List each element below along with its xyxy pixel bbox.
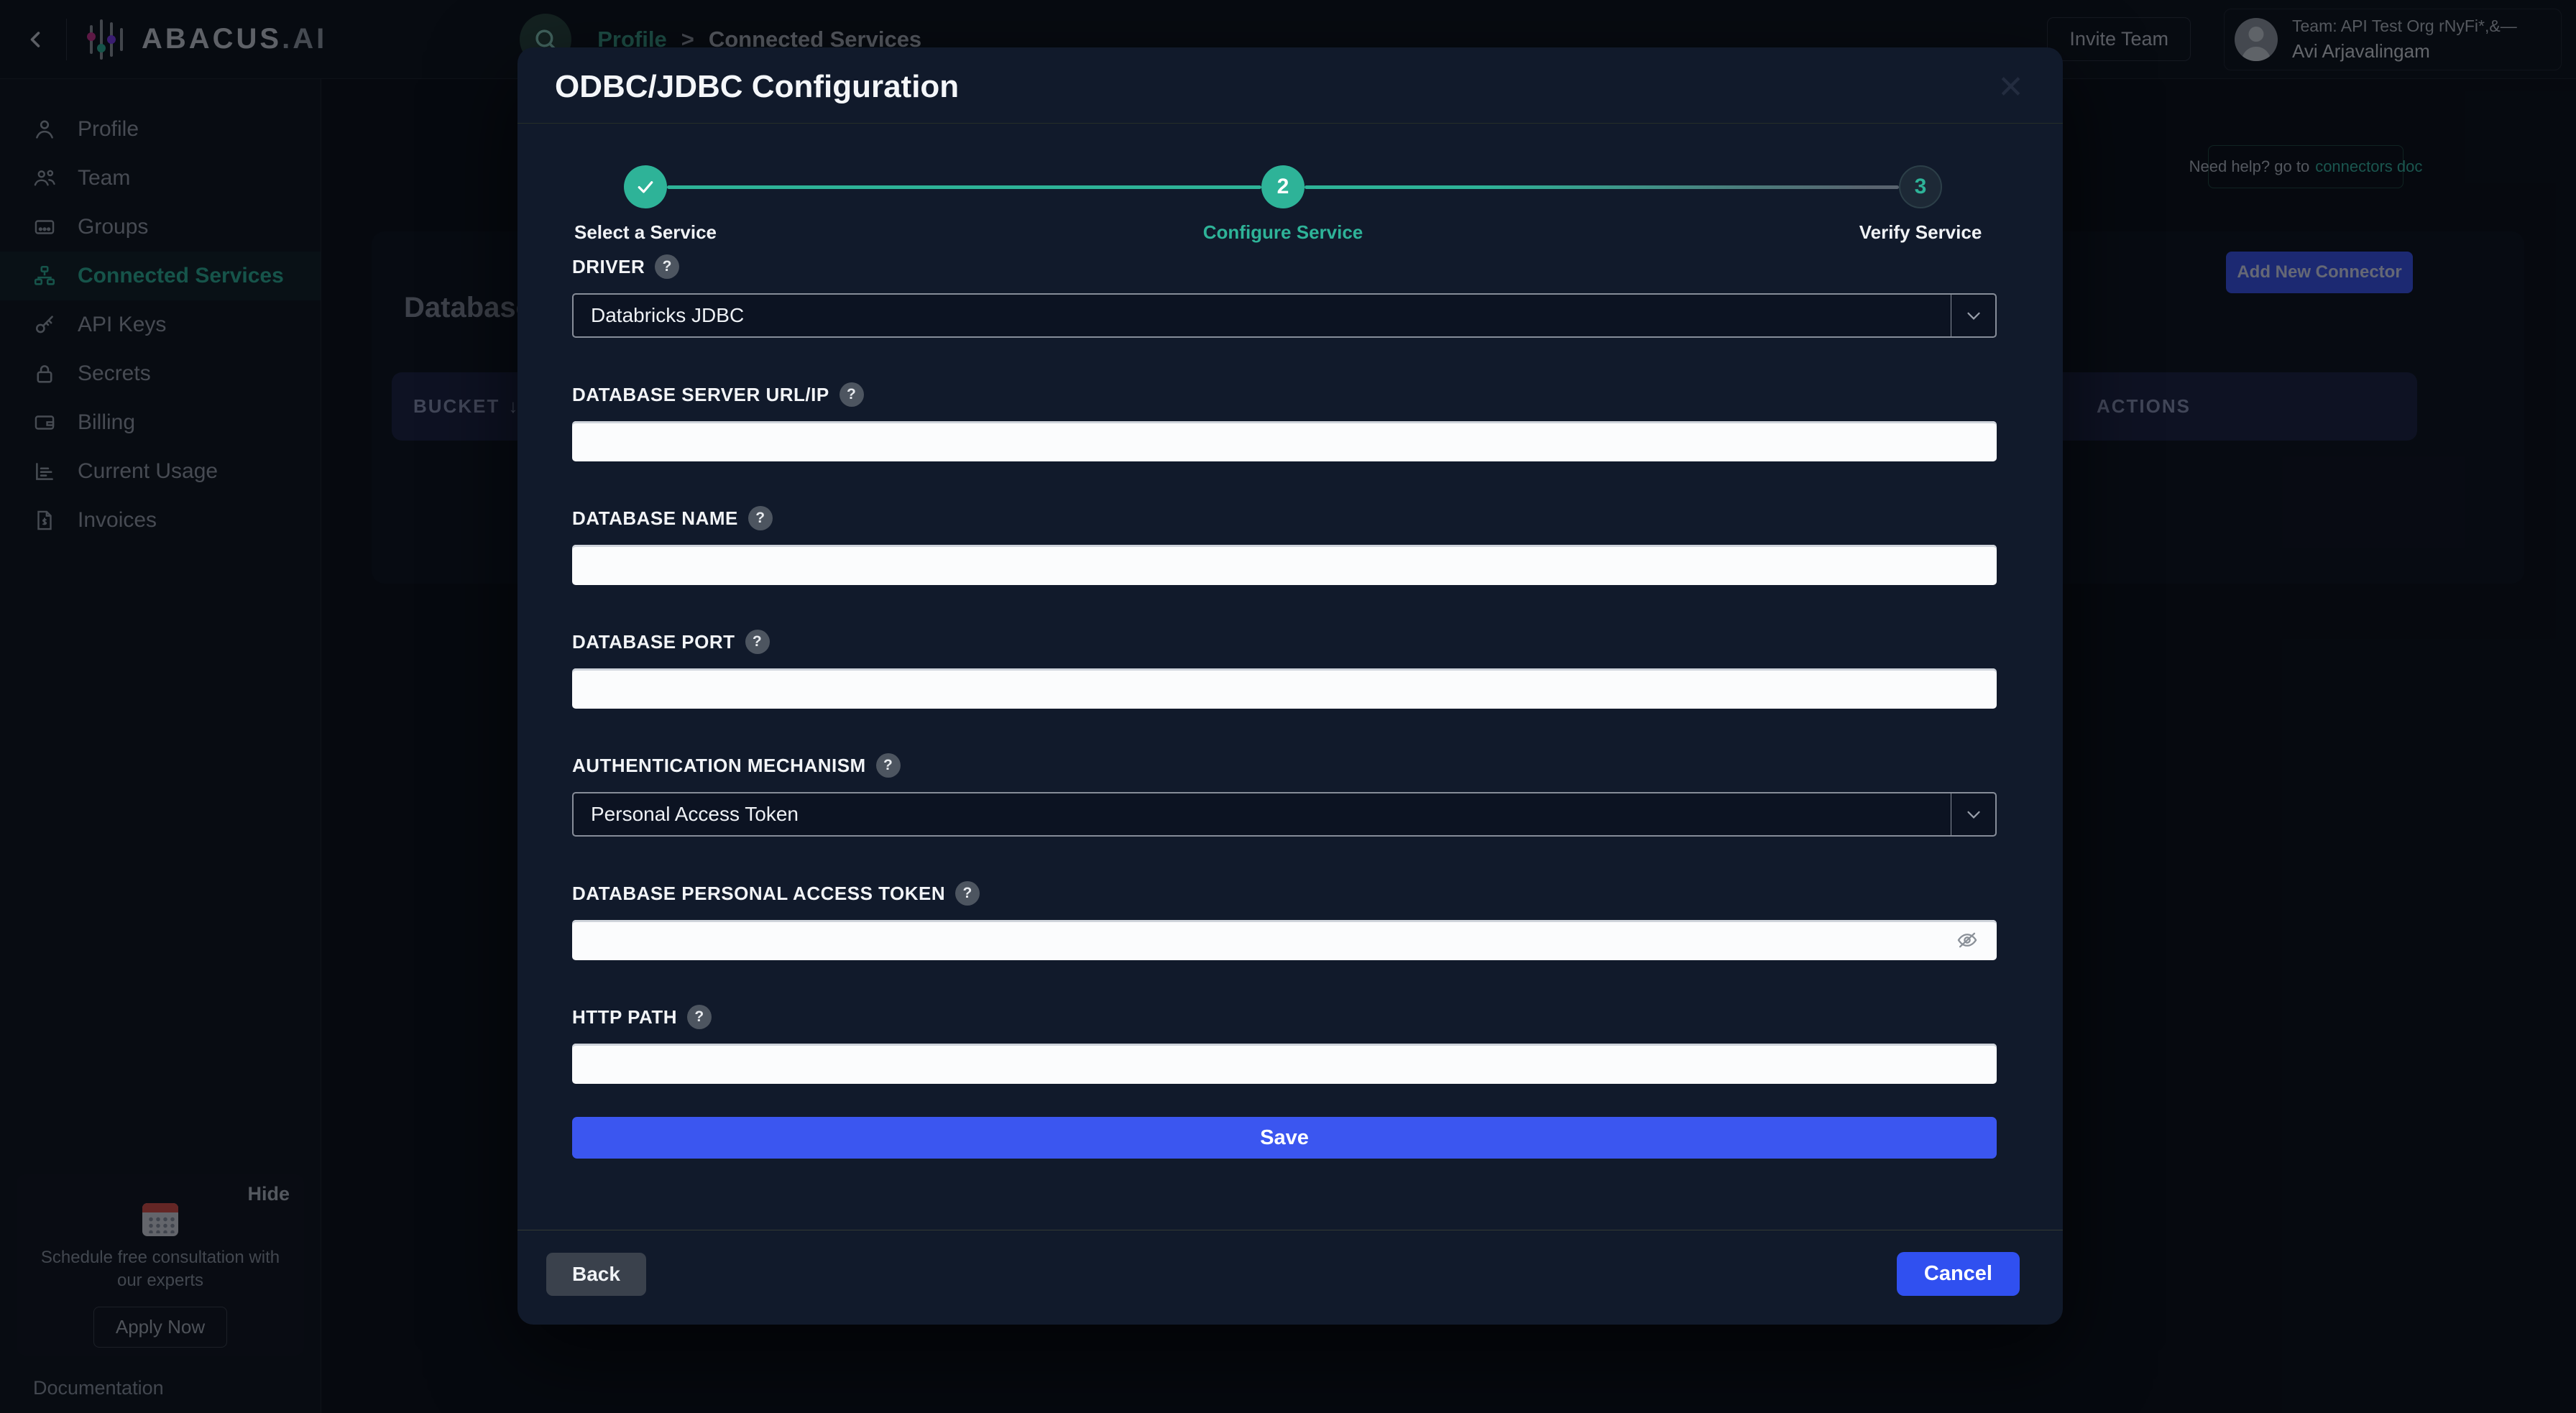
help-icon[interactable]: ? [955, 881, 980, 906]
database-name-input[interactable] [572, 545, 1997, 585]
check-icon [635, 176, 656, 198]
help-icon[interactable]: ? [748, 506, 773, 530]
database-name-label: DATABASE NAME ? [572, 506, 1997, 530]
step1-circle [624, 165, 667, 208]
close-icon[interactable]: ✕ [1997, 72, 2024, 103]
http-path-label: HTTP PATH ? [572, 1005, 1997, 1029]
modal-footer: Back Cancel [518, 1230, 2063, 1325]
database-port-input[interactable] [572, 668, 1997, 709]
stepper-line-done [667, 185, 1261, 189]
personal-access-token-input[interactable] [572, 920, 1997, 960]
modal-header: ODBC/JDBC Configuration ✕ [518, 47, 2063, 124]
authentication-mechanism-select[interactable]: Personal Access Token [572, 792, 1997, 837]
field-database-server-url: DATABASE SERVER URL/IP ? [572, 382, 1997, 461]
step1-label: Select a Service [574, 221, 717, 244]
authentication-mechanism-label: AUTHENTICATION MECHANISM ? [572, 753, 1997, 778]
field-driver: DRIVER ? Databricks JDBC [572, 254, 1997, 338]
field-database-name: DATABASE NAME ? [572, 506, 1997, 585]
driver-select[interactable]: Databricks JDBC [572, 293, 1997, 338]
save-button[interactable]: Save [572, 1117, 1997, 1159]
modal-body: Select a Service 2 Configure Service 3 V… [518, 124, 2063, 1191]
http-path-input[interactable] [572, 1044, 1997, 1084]
database-server-url-input[interactable] [572, 421, 1997, 461]
help-icon[interactable]: ? [655, 254, 679, 279]
modal-title: ODBC/JDBC Configuration [555, 69, 959, 104]
field-personal-access-token: DATABASE PERSONAL ACCESS TOKEN ? [572, 881, 1997, 960]
step-configure-service[interactable]: 2 Configure Service [1261, 165, 1305, 208]
chevron-down-icon [1951, 793, 1995, 835]
help-icon[interactable]: ? [745, 630, 770, 654]
step-verify-service[interactable]: 3 Verify Service [1899, 165, 1942, 208]
stepper: Select a Service 2 Configure Service 3 V… [572, 165, 1997, 208]
personal-access-token-label: DATABASE PERSONAL ACCESS TOKEN ? [572, 881, 1997, 906]
driver-label: DRIVER ? [572, 254, 1997, 279]
step-select-a-service[interactable]: Select a Service [624, 165, 667, 208]
help-icon[interactable]: ? [687, 1005, 712, 1029]
eye-off-icon[interactable] [1955, 928, 1979, 952]
field-http-path: HTTP PATH ? [572, 1005, 1997, 1084]
help-icon[interactable]: ? [840, 382, 864, 407]
field-database-port: DATABASE PORT ? [572, 630, 1997, 709]
odbc-jdbc-configuration-modal: ODBC/JDBC Configuration ✕ Select a Servi… [518, 47, 2063, 1325]
help-icon[interactable]: ? [876, 753, 901, 778]
step2-circle: 2 [1261, 165, 1305, 208]
cancel-button[interactable]: Cancel [1897, 1252, 2020, 1296]
database-server-url-label: DATABASE SERVER URL/IP ? [572, 382, 1997, 407]
stepper-line-upcoming [1305, 185, 1899, 189]
step2-label: Configure Service [1203, 221, 1363, 244]
step3-circle: 3 [1899, 165, 1942, 208]
field-authentication-mechanism: AUTHENTICATION MECHANISM ? Personal Acce… [572, 753, 1997, 837]
database-port-label: DATABASE PORT ? [572, 630, 1997, 654]
chevron-down-icon [1951, 295, 1995, 336]
back-button[interactable]: Back [546, 1253, 646, 1296]
step3-label: Verify Service [1859, 221, 1982, 244]
